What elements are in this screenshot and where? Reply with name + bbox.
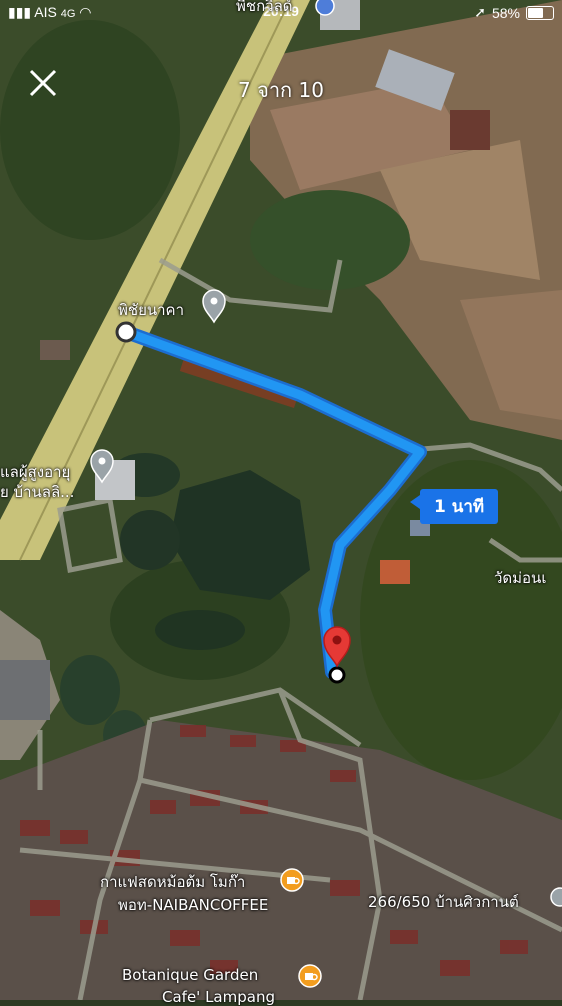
route-start-marker[interactable] — [115, 321, 137, 343]
address-pin-icon[interactable] — [550, 887, 562, 907]
elderly-home-label-line2[interactable]: ย บ้านลลิ... — [0, 480, 74, 504]
cafe1-label-line1[interactable]: กาแฟสดหม้อต้ม โมก๊า — [100, 870, 245, 894]
cafe2-label-line2[interactable]: Cafe' Lampang — [162, 988, 275, 1006]
cafe1-label-line2[interactable]: พอท-NAIBANCOFFEE — [118, 893, 268, 917]
cafe-icon[interactable] — [280, 868, 304, 892]
cafe-icon[interactable] — [298, 964, 322, 988]
address-label[interactable]: 266/650 บ้านศิวกานต์ — [368, 890, 519, 914]
battery-icon — [526, 5, 554, 20]
route-duration-badge[interactable]: 1 นาที — [409, 489, 499, 524]
battery-percent: 58% — [491, 4, 520, 21]
location-arrow-icon: ➚ — [474, 4, 486, 20]
temple-label[interactable]: วัดม่อนเ — [494, 566, 546, 590]
cafe2-label-line1[interactable]: Botanique Garden — [122, 966, 258, 984]
image-counter: 7 จาก 10 — [238, 78, 324, 102]
start-place-label[interactable]: พิชัยนาคา — [118, 298, 184, 322]
map-label-top: พืชกวิลด์ — [236, 0, 293, 15]
